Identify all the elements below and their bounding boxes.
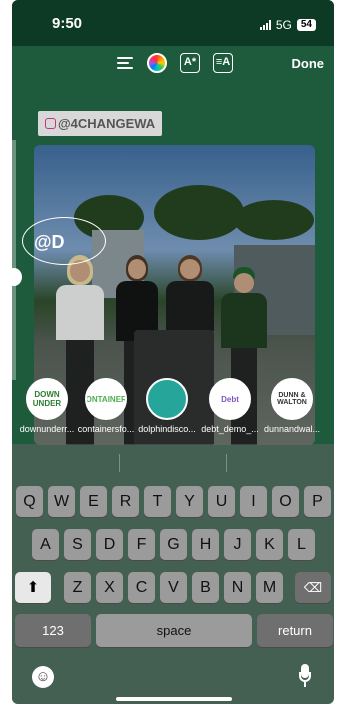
network-label: 5G bbox=[275, 18, 292, 32]
numbers-key[interactable]: 123 bbox=[15, 614, 91, 647]
status-time: 9:50 bbox=[52, 15, 83, 32]
key-v[interactable]: V bbox=[160, 572, 187, 603]
text-toolbar: A* ≡A Done bbox=[12, 46, 334, 82]
shift-arrow-icon[interactable]: ⬆ bbox=[15, 572, 51, 603]
suggestion-username: dunnandwal... bbox=[263, 424, 321, 434]
suggestion-avatar: DUNN & WALTON bbox=[271, 378, 313, 420]
key-i[interactable]: I bbox=[240, 486, 267, 517]
status-bar: 9:50 5G 54 bbox=[12, 0, 334, 46]
suggestion-avatar: DOWN UNDER bbox=[26, 378, 68, 420]
text-size-slider-handle[interactable] bbox=[12, 268, 22, 286]
key-q[interactable]: Q bbox=[16, 486, 43, 517]
key-g[interactable]: G bbox=[160, 529, 187, 560]
suggestion-item[interactable]: DUNN & WALTON dunnandwal... bbox=[257, 378, 327, 434]
mention-suggestions: DOWN UNDER downunderr... CONTAINERS cont… bbox=[12, 378, 334, 440]
text-align-icon[interactable] bbox=[115, 53, 135, 73]
suggestion-item[interactable]: CONTAINERS containersfo... bbox=[71, 378, 141, 434]
predictive-bar bbox=[12, 444, 334, 482]
key-y[interactable]: Y bbox=[176, 486, 203, 517]
key-l[interactable]: L bbox=[288, 529, 315, 560]
space-key[interactable]: space bbox=[96, 614, 252, 647]
key-r[interactable]: R bbox=[112, 486, 139, 517]
suggestion-avatar: CONTAINERS bbox=[85, 378, 127, 420]
key-a[interactable]: A bbox=[32, 529, 59, 560]
mention-sticker-label: @4CHANGEWA bbox=[58, 116, 156, 131]
key-z[interactable]: Z bbox=[64, 572, 91, 603]
suggestion-username: dolphindisco... bbox=[138, 424, 196, 434]
text-size-slider[interactable] bbox=[12, 140, 16, 380]
signal-icon bbox=[259, 20, 271, 30]
key-m[interactable]: M bbox=[256, 572, 283, 603]
key-n[interactable]: N bbox=[224, 572, 251, 603]
status-indicators: 5G 54 bbox=[259, 18, 316, 32]
key-c[interactable]: C bbox=[128, 572, 155, 603]
delete-backspace-icon[interactable]: ⌫ bbox=[295, 572, 331, 603]
key-w[interactable]: W bbox=[48, 486, 75, 517]
text-effects-icon[interactable]: A* bbox=[180, 53, 200, 73]
key-s[interactable]: S bbox=[64, 529, 91, 560]
suggestion-avatar bbox=[146, 378, 188, 420]
key-f[interactable]: F bbox=[128, 529, 155, 560]
suggestion-avatar: Debt bbox=[209, 378, 251, 420]
key-h[interactable]: H bbox=[192, 529, 219, 560]
done-button[interactable]: Done bbox=[292, 56, 325, 71]
battery-icon: 54 bbox=[296, 19, 316, 31]
home-indicator bbox=[116, 697, 232, 701]
key-k[interactable]: K bbox=[256, 529, 283, 560]
key-d[interactable]: D bbox=[96, 529, 123, 560]
mention-input[interactable]: @D bbox=[34, 232, 65, 253]
key-j[interactable]: J bbox=[224, 529, 251, 560]
key-b[interactable]: B bbox=[192, 572, 219, 603]
suggestion-item[interactable]: dolphindisco... bbox=[132, 378, 202, 434]
color-wheel-icon[interactable] bbox=[147, 53, 167, 73]
key-o[interactable]: O bbox=[272, 486, 299, 517]
key-p[interactable]: P bbox=[304, 486, 331, 517]
key-t[interactable]: T bbox=[144, 486, 171, 517]
emoji-icon[interactable]: ☺ bbox=[32, 666, 54, 688]
instagram-icon bbox=[45, 118, 56, 129]
key-u[interactable]: U bbox=[208, 486, 235, 517]
suggestion-username: containersfo... bbox=[77, 424, 135, 434]
suggestion-username: debt_demo_... bbox=[201, 424, 259, 434]
key-x[interactable]: X bbox=[96, 572, 123, 603]
microphone-icon[interactable] bbox=[298, 664, 312, 688]
text-background-icon[interactable]: ≡A bbox=[213, 53, 233, 73]
key-e[interactable]: E bbox=[80, 486, 107, 517]
suggestion-item[interactable]: Debt debt_demo_... bbox=[195, 378, 265, 434]
story-editor-screen: 9:50 5G 54 A* ≡A Done @4CHANGEWA @D DOWN… bbox=[12, 0, 334, 704]
return-key[interactable]: return bbox=[257, 614, 333, 647]
mention-sticker[interactable]: @4CHANGEWA bbox=[38, 111, 163, 136]
